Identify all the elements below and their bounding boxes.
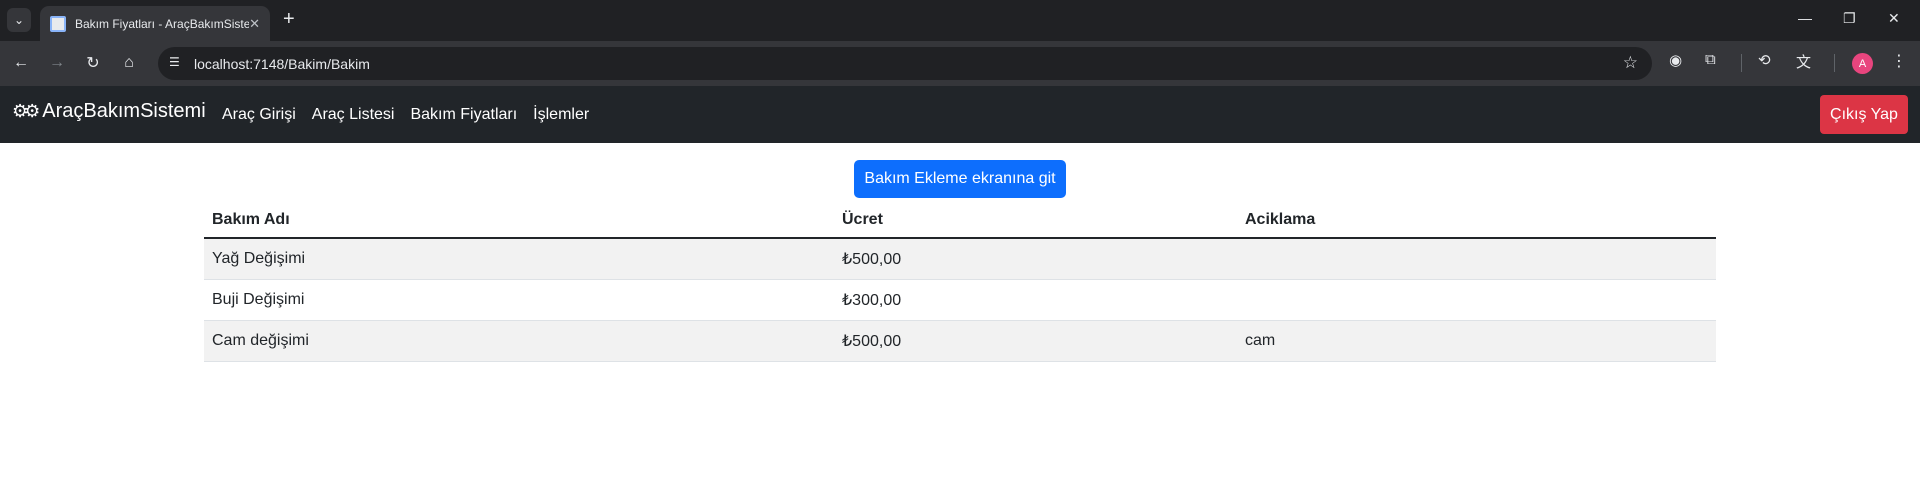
address-bar[interactable]: ☰ localhost:7148/Bakim/Bakim ☆	[158, 47, 1652, 80]
window-close-icon[interactable]: ✕	[1888, 10, 1900, 27]
brand[interactable]: ⚙⚙ AraçBakımSistemi	[12, 100, 206, 123]
bookmark-star-icon[interactable]: ☆	[1623, 53, 1638, 73]
brand-name: AraçBakımSistemi	[42, 100, 206, 122]
tab-close-icon[interactable]: ✕	[249, 16, 260, 32]
table-row: Cam değişimi ₺500,00 cam	[204, 320, 1716, 362]
nav-link-arac-girisi[interactable]: Araç Girişi	[222, 106, 296, 124]
cell-price: ₺500,00	[834, 320, 1237, 362]
new-tab-icon[interactable]: +	[283, 9, 295, 29]
logout-button[interactable]: Çıkış Yap	[1820, 95, 1908, 134]
forward-icon[interactable]: →	[45, 51, 69, 75]
back-icon[interactable]: ←	[9, 51, 33, 75]
tab-title: Bakım Fiyatları - AraçBakımSistemi	[75, 16, 250, 31]
restore-icon[interactable]: ❐	[1843, 10, 1856, 27]
tab-search-icon[interactable]: ⌄	[7, 8, 31, 32]
site-info-icon[interactable]: ☰	[169, 55, 185, 71]
cell-name: Yağ Değişimi	[204, 238, 834, 280]
cell-description: cam	[1237, 320, 1716, 362]
cell-name: Cam değişimi	[204, 320, 834, 362]
column-header-price: Ücret	[834, 202, 1237, 239]
browser-toolbar: ← → ↻ ⌂ ☰ localhost:7148/Bakim/Bakim ☆ ◉…	[0, 41, 1920, 86]
toolbar-divider	[1834, 54, 1835, 72]
url-text[interactable]: localhost:7148/Bakim/Bakim	[194, 56, 370, 72]
table-header-row: Bakım Adı Ücret Aciklama	[204, 202, 1716, 239]
extension-palette-icon[interactable]: ◉	[1669, 51, 1682, 69]
profile-avatar[interactable]: A	[1852, 53, 1873, 74]
cell-description	[1237, 238, 1716, 280]
page-favicon-icon	[50, 15, 66, 32]
nav-link-arac-listesi[interactable]: Araç Listesi	[312, 106, 395, 124]
table-row: Buji Değişimi ₺300,00	[204, 279, 1716, 321]
history-icon[interactable]: ⟲	[1758, 51, 1771, 69]
nav-links: Araç Girişi Araç Listesi Bakım Fiyatları…	[222, 106, 589, 124]
minimize-icon[interactable]: —	[1798, 10, 1812, 26]
browser-tabbar: ⌄ Bakım Fiyatları - AraçBakımSistemi ✕ +…	[0, 0, 1920, 41]
extensions-puzzle-icon[interactable]: ⧉	[1705, 51, 1716, 68]
add-maintenance-button[interactable]: Bakım Ekleme ekranına git	[854, 160, 1066, 198]
app-navbar: ⚙⚙ AraçBakımSistemi Araç Girişi Araç Lis…	[0, 86, 1920, 143]
cell-price: ₺300,00	[834, 279, 1237, 321]
reload-icon[interactable]: ↻	[81, 51, 105, 75]
toolbar-divider	[1741, 54, 1742, 72]
column-header-description: Aciklama	[1237, 202, 1716, 239]
gears-icon: ⚙⚙	[12, 101, 40, 121]
column-header-name: Bakım Adı	[204, 202, 834, 239]
nav-link-bakim-fiyatlari[interactable]: Bakım Fiyatları	[410, 106, 517, 124]
cell-price: ₺500,00	[834, 238, 1237, 280]
cell-description	[1237, 279, 1716, 321]
translate-icon[interactable]: 文	[1796, 51, 1811, 72]
table-row: Yağ Değişimi ₺500,00	[204, 238, 1716, 280]
cell-name: Buji Değişimi	[204, 279, 834, 321]
nav-link-islemler[interactable]: İşlemler	[533, 106, 589, 124]
browser-menu-icon[interactable]: ⋮	[1891, 51, 1907, 71]
browser-tab[interactable]: Bakım Fiyatları - AraçBakımSistemi ✕	[40, 6, 270, 41]
maintenance-price-table: Bakım Adı Ücret Aciklama Yağ Değişimi ₺5…	[204, 202, 1716, 362]
home-icon[interactable]: ⌂	[117, 51, 141, 75]
